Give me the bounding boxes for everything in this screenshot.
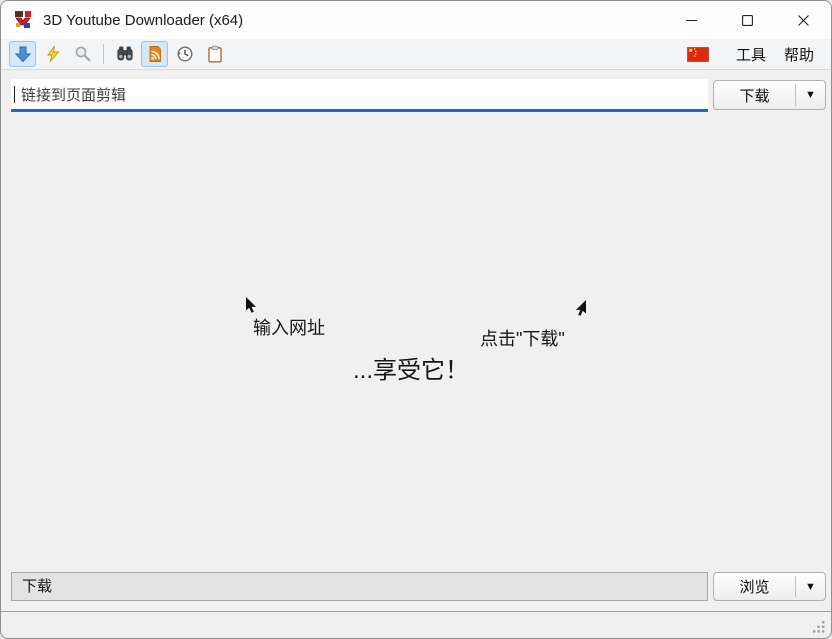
text-caret: [14, 86, 15, 103]
paste-clipboard-button[interactable]: [201, 41, 228, 67]
download-arrow-icon: [14, 45, 32, 63]
binoculars-icon: [116, 45, 134, 63]
app-window: 3D Youtube Downloader (x64): [0, 0, 832, 639]
cursor-arrow-right-icon: [574, 300, 587, 318]
url-input[interactable]: [11, 79, 708, 112]
cursor-arrow-left-icon: [245, 297, 258, 315]
toolbar-right-group: 工具 帮助: [687, 40, 823, 69]
search-icon: [74, 45, 92, 63]
rss-feed-icon: [146, 45, 164, 63]
clipboard-icon: [206, 45, 224, 63]
title-bar: 3D Youtube Downloader (x64): [1, 1, 831, 39]
china-flag-icon[interactable]: [687, 47, 709, 62]
minimize-button[interactable]: [663, 1, 719, 39]
menu-tools[interactable]: 工具: [727, 40, 775, 69]
download-dropdown-button[interactable]: ▼: [796, 81, 825, 109]
window-controls: [663, 1, 831, 39]
hint-click-download: 点击"下载": [480, 325, 565, 351]
browser-monitor-button[interactable]: [111, 41, 138, 67]
download-folder-field[interactable]: 下载: [11, 572, 708, 601]
download-split-button: 下载 ▼: [713, 80, 826, 110]
toolbar-separator: [103, 44, 104, 64]
main-area: [2, 115, 830, 571]
resize-grip[interactable]: [813, 621, 825, 633]
window-title: 3D Youtube Downloader (x64): [43, 12, 243, 29]
menu-help[interactable]: 帮助: [775, 40, 823, 69]
toolbar: 工具 帮助: [2, 39, 830, 70]
quick-convert-button[interactable]: [39, 41, 66, 67]
app-logo-icon: [13, 10, 33, 30]
maximize-button[interactable]: [719, 1, 775, 39]
history-button[interactable]: [171, 41, 198, 67]
status-bar: [2, 612, 830, 637]
history-clock-icon: [176, 45, 194, 63]
browse-button[interactable]: 浏览: [714, 573, 795, 600]
chevron-down-icon: ▼: [805, 89, 816, 101]
download-mode-button[interactable]: [9, 41, 36, 67]
search-button[interactable]: [69, 41, 96, 67]
feed-subscriptions-button[interactable]: [141, 41, 168, 67]
close-button[interactable]: [775, 1, 831, 39]
maximize-icon: [742, 15, 753, 26]
browse-split-button: 浏览 ▼: [713, 572, 826, 601]
browse-dropdown-button[interactable]: ▼: [796, 573, 825, 600]
chevron-down-icon: ▼: [805, 581, 816, 593]
lightning-icon: [44, 45, 62, 63]
close-icon: [798, 15, 809, 26]
hint-enter-url: 输入网址: [253, 314, 325, 340]
download-button[interactable]: 下载: [714, 81, 795, 109]
minimize-icon: [686, 15, 697, 26]
hint-enjoy: ...享受它！: [353, 350, 469, 385]
